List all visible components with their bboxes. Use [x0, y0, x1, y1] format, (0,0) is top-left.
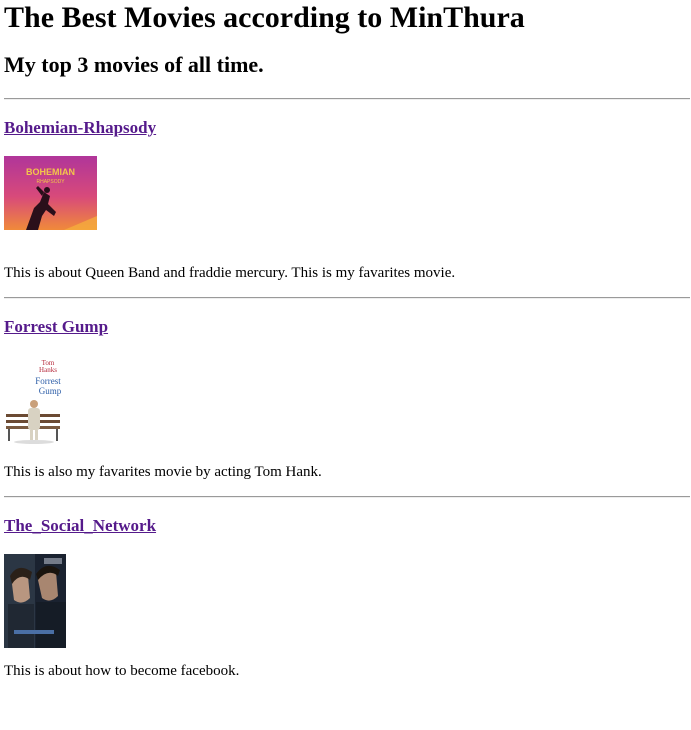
svg-text:Hanks: Hanks [39, 366, 57, 374]
poster-bohemian-rhapsody: BOHEMIAN RHAPSODY [4, 156, 97, 230]
movie-link-the-social-network[interactable]: The_Social_Network [4, 516, 156, 535]
movie-title-1: Bohemian-Rhapsody [4, 118, 156, 138]
poster-title-text: BOHEMIAN [26, 167, 75, 177]
svg-text:Forrest: Forrest [35, 376, 61, 386]
movie-link-bohemian-rhapsody[interactable]: Bohemian-Rhapsody [4, 118, 156, 137]
movie-description-2: This is also my favarites movie by actin… [4, 464, 322, 480]
poster-forrest-gump: Tom Hanks Forrest Gump [4, 356, 62, 446]
movie-title-3: The_Social_Network [4, 516, 156, 536]
page-title: The Best Movies according to MinThura [4, 1, 525, 34]
svg-text:Gump: Gump [39, 386, 62, 396]
social-network-poster-image [4, 554, 66, 648]
movie-link-forrest-gump[interactable]: Forrest Gump [4, 317, 108, 336]
divider [4, 297, 690, 299]
bohemian-rhapsody-poster-image: BOHEMIAN RHAPSODY [4, 156, 97, 230]
movie-title-2: Forrest Gump [4, 317, 108, 337]
divider [4, 98, 690, 100]
page-subtitle: My top 3 movies of all time. [4, 52, 264, 77]
divider [4, 496, 690, 498]
forrest-gump-poster-image: Tom Hanks Forrest Gump [4, 356, 62, 446]
movie-description-3: This is about how to become facebook. [4, 663, 240, 679]
poster-subtitle-text: RHAPSODY [36, 179, 65, 185]
movie-description-1: This is about Queen Band and fraddie mer… [4, 265, 456, 281]
poster-the-social-network [4, 554, 66, 648]
